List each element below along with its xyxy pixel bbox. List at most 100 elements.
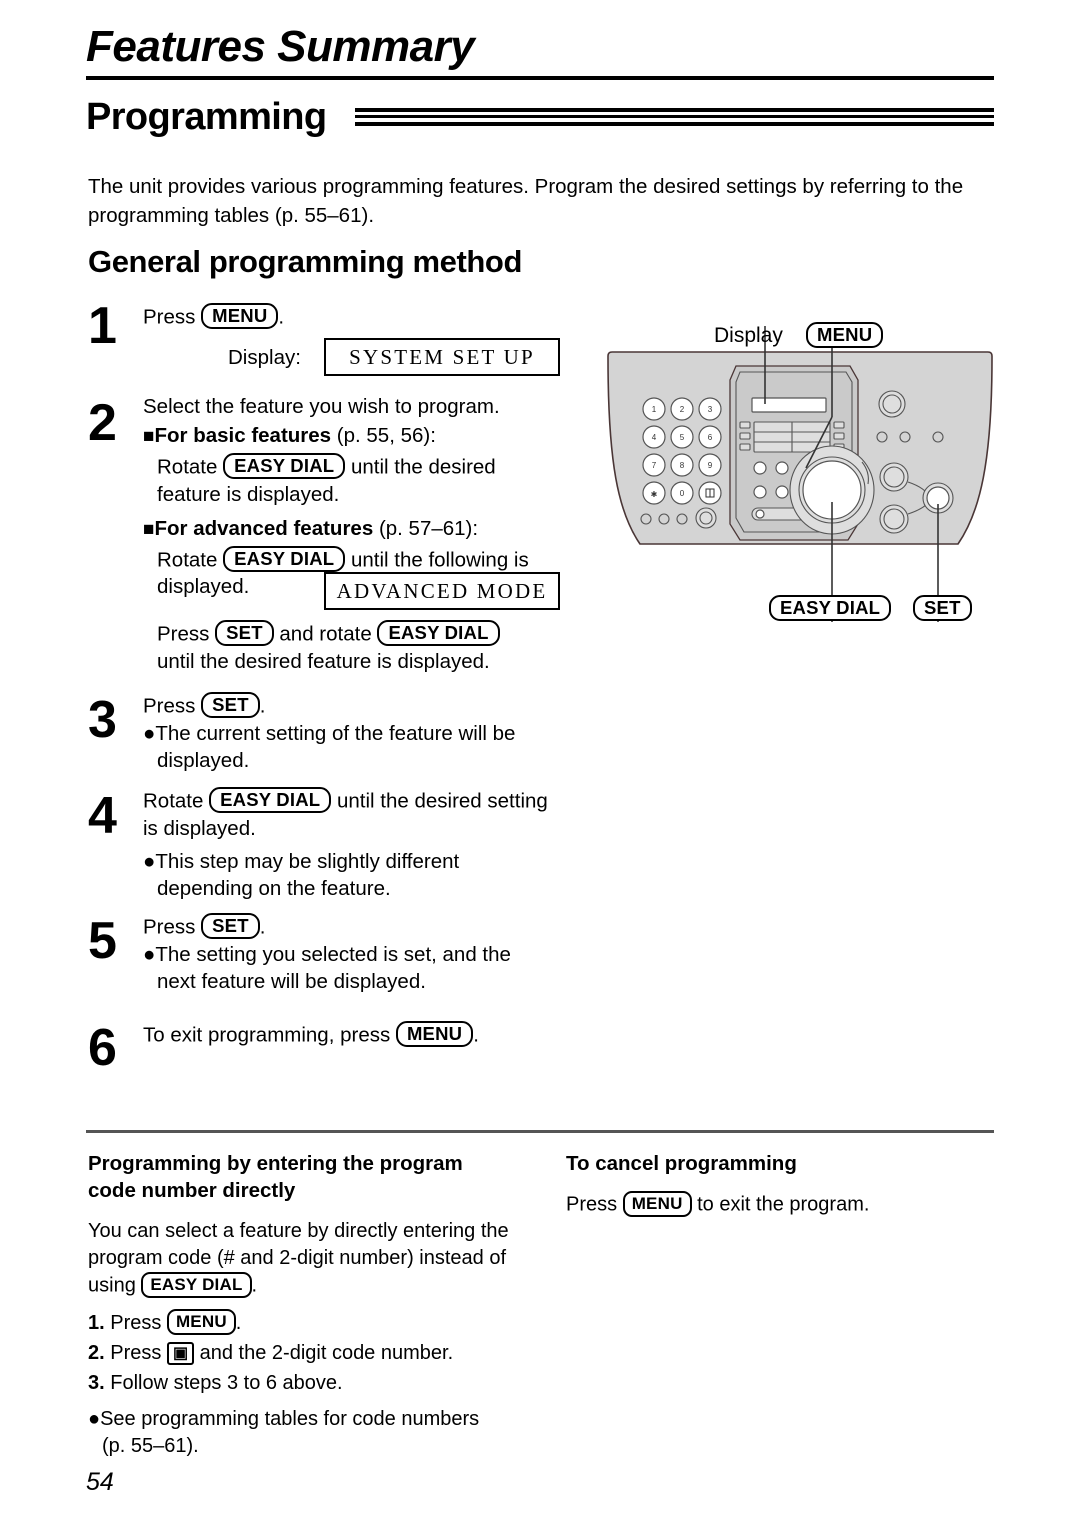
cancel-suffix-label: to exit the program.	[697, 1193, 870, 1216]
section-divider	[355, 108, 994, 126]
svg-text:2: 2	[680, 405, 685, 414]
step-number-1: 1	[88, 297, 117, 355]
step-2-rotate-label-advanced: Rotate	[157, 548, 218, 571]
step-3-period: .	[259, 694, 266, 718]
step-4-body: Rotate EASY DIAL until the desired setti…	[143, 787, 548, 902]
svg-text:6: 6	[708, 433, 713, 442]
callout-set-key-wrap: SET	[913, 595, 972, 621]
set-key[interactable]: SET	[201, 913, 260, 939]
svg-text:4: 4	[652, 433, 657, 442]
bottom-right-paragraph: Press MENU to exit the program.	[566, 1191, 994, 1219]
menu-key[interactable]: MENU	[166, 1309, 236, 1335]
menu-key[interactable]: MENU	[201, 303, 279, 329]
step-5-period: .	[259, 915, 266, 939]
device-illustration: .bodyfill { fill:#d4d4d4; stroke:#4a3636…	[600, 312, 1000, 632]
bottom-left-note-line-1: ●See programming tables for code numbers	[88, 1407, 480, 1430]
easy-dial-key[interactable]: EASY DIAL	[209, 787, 332, 813]
numbered-item-1-press: Press	[110, 1311, 162, 1334]
step-5-bullet-1: ●The setting you selected is set, and th…	[143, 942, 511, 966]
advanced-features-heading: For advanced features	[154, 516, 374, 540]
step-4-bullet-1-cont: depending on the feature.	[157, 876, 391, 900]
step-2-press-label: Press	[157, 622, 210, 646]
step-2-basic-line-2: feature is displayed.	[157, 482, 340, 506]
easy-dial-key[interactable]: EASY DIAL	[141, 1272, 252, 1298]
svg-text:8: 8	[680, 461, 685, 470]
bottom-right-heading: To cancel programming	[566, 1152, 797, 1175]
bottom-left-heading: Programming by entering the program code…	[88, 1150, 540, 1204]
lcd-advanced-mode: ADVANCED MODE	[324, 572, 560, 610]
step-number-5: 5	[88, 912, 117, 970]
step-3-press-label: Press	[143, 694, 196, 718]
cancel-press-label: Press	[566, 1193, 618, 1216]
svg-text:7: 7	[652, 461, 657, 470]
step-2-press-line-2: until the desired feature is displayed.	[157, 649, 490, 673]
svg-text:1: 1	[652, 405, 657, 414]
set-key[interactable]: SET	[913, 595, 972, 621]
step-3-bullet-1: ●The current setting of the feature will…	[143, 721, 516, 745]
step-2-and-rotate-label: and rotate	[279, 622, 372, 646]
step-number-3: 3	[88, 691, 117, 749]
document-page: Features Summary Programming The unit pr…	[0, 0, 1080, 1526]
page-title: Features Summary	[86, 22, 475, 71]
menu-key[interactable]: MENU	[806, 322, 884, 348]
step-number-2: 2	[88, 394, 117, 452]
svg-text:0: 0	[680, 489, 685, 498]
bottom-left-note-line-2: (p. 55–61).	[102, 1434, 199, 1457]
callout-display-label: Display	[714, 324, 783, 347]
numbered-item-1: 1. Press MENU.	[88, 1308, 540, 1338]
set-key[interactable]: SET	[215, 620, 274, 646]
easy-dial-key[interactable]: EASY DIAL	[377, 620, 500, 646]
bottom-left-paragraph: You can select a feature by directly ent…	[88, 1218, 540, 1300]
intro-paragraph: The unit provides various programming fe…	[88, 175, 964, 227]
basic-features-pages: (p. 55, 56):	[336, 424, 436, 447]
step-3-body: Press SET. ●The current setting of the f…	[143, 692, 515, 774]
step-4-rotate-label: Rotate	[143, 789, 204, 813]
step-6-period: .	[473, 1023, 479, 1047]
step-2-press-set-block: Press SET and rotate EASY DIAL until the…	[157, 620, 500, 675]
step-6-body: To exit programming, press MENU.	[143, 1021, 479, 1049]
subsection-heading: General programming method	[88, 244, 522, 279]
step-2-rotate-label-basic: Rotate	[157, 455, 218, 479]
numbered-item-2-number: 2.	[88, 1341, 105, 1364]
bottom-left-note: ●See programming tables for code numbers…	[88, 1406, 540, 1460]
svg-text:9: 9	[708, 461, 713, 470]
numbered-item-3-text: Follow steps 3 to 6 above.	[110, 1371, 343, 1394]
hash-key[interactable]: ▣	[166, 1341, 195, 1365]
step-4-line-2: is displayed.	[143, 816, 256, 840]
numbered-item-2: 2. Press ▣ and the 2-digit code number.	[88, 1338, 540, 1368]
menu-key[interactable]: MENU	[395, 1021, 474, 1047]
easy-dial-key[interactable]: EASY DIAL	[223, 453, 346, 479]
menu-key[interactable]: MENU	[622, 1191, 692, 1217]
square-bullet-icon: ■	[143, 518, 155, 540]
step-4-suffix: until the desired setting	[336, 789, 548, 813]
step-2-body: Select the feature you wish to program. …	[143, 393, 529, 600]
callout-easy-dial-key-wrap: EASY DIAL	[769, 595, 892, 621]
bottom-left-body-line-2: program code (# and 2-digit number) inst…	[88, 1247, 507, 1269]
step-3-bullet-1-cont: displayed.	[157, 748, 250, 772]
bottom-left-column: Programming by entering the program code…	[88, 1150, 540, 1468]
numbered-item-3: 3. Follow steps 3 to 6 above.	[88, 1368, 540, 1398]
step-2-basic-suffix: until the desired	[350, 455, 496, 479]
bottom-left-body-line-1: You can select a feature by directly ent…	[88, 1220, 509, 1242]
easy-dial-key[interactable]: EASY DIAL	[769, 595, 892, 621]
svg-text:✱: ✱	[651, 490, 658, 499]
page-number: 54	[86, 1468, 114, 1496]
step-6-label: To exit programming, press	[143, 1023, 391, 1047]
advanced-features-pages: (p. 57–61):	[378, 516, 479, 540]
bottom-left-body-line-3: using EASY DIAL.	[88, 1272, 540, 1300]
lcd-system-set-up: SYSTEM SET UP	[324, 338, 560, 376]
bottom-right-column: To cancel programming Press MENU to exit…	[566, 1150, 994, 1227]
step-1-body: Press MENU.	[143, 303, 284, 331]
set-key[interactable]: SET	[201, 692, 260, 718]
bottom-left-heading-line-1: Programming by entering the program	[88, 1152, 463, 1175]
numbered-item-1-period: .	[235, 1311, 242, 1334]
easy-dial-key[interactable]: EASY DIAL	[223, 545, 346, 572]
bottom-divider	[86, 1130, 994, 1133]
step-1-period: .	[278, 305, 285, 329]
numbered-item-1-number: 1.	[88, 1311, 105, 1334]
step-5-bullet-1-cont: next feature will be displayed.	[157, 969, 426, 993]
numbered-item-3-number: 3.	[88, 1371, 105, 1394]
callout-menu-key-wrap: MENU	[806, 322, 884, 348]
step-1-press-label: Press	[143, 305, 196, 329]
chapter-divider	[86, 76, 994, 80]
